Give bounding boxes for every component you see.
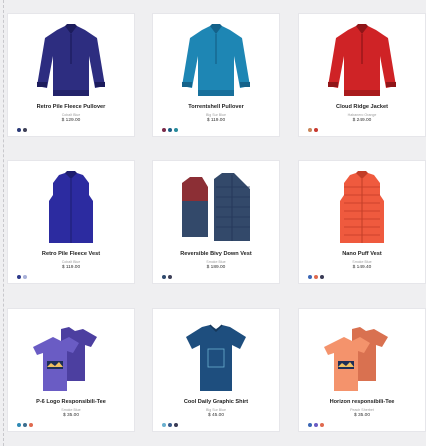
product-price: $ 149.40 bbox=[352, 265, 372, 270]
color-swatch[interactable] bbox=[23, 423, 27, 427]
product-color-name: Smoke Blue bbox=[206, 260, 226, 264]
product-image[interactable] bbox=[322, 20, 402, 102]
product-name[interactable]: Retro Pile Fleece Pullover bbox=[8, 104, 134, 110]
color-swatch-list bbox=[308, 423, 324, 428]
color-swatch[interactable] bbox=[314, 423, 318, 427]
product-color-name: Big Sur Blue bbox=[206, 408, 226, 412]
color-swatch[interactable] bbox=[17, 275, 21, 279]
product-price: $ 45.00 bbox=[207, 413, 224, 418]
color-swatch[interactable] bbox=[168, 275, 172, 279]
tshirt-navy-icon bbox=[186, 324, 246, 391]
product-name[interactable]: Horizon responsibili-Tee bbox=[299, 399, 425, 405]
color-swatch[interactable] bbox=[308, 423, 312, 427]
color-swatch[interactable] bbox=[168, 128, 172, 132]
color-swatch[interactable] bbox=[308, 275, 312, 279]
color-swatch[interactable] bbox=[23, 128, 27, 132]
product-image[interactable] bbox=[176, 167, 256, 249]
product-image[interactable] bbox=[31, 20, 111, 102]
product-card[interactable]: Cloud Ridge Jacket Habanero Orange $ 249.0… bbox=[299, 14, 425, 136]
color-swatch[interactable] bbox=[17, 423, 21, 427]
product-price: $ 119.00 bbox=[61, 265, 81, 270]
color-swatch[interactable] bbox=[174, 128, 178, 132]
color-swatch[interactable] bbox=[162, 423, 166, 427]
rain-pullover-icon bbox=[182, 24, 250, 96]
product-image[interactable] bbox=[176, 20, 256, 102]
color-swatch[interactable] bbox=[308, 128, 312, 132]
product-color-name: Peach Sherbet bbox=[350, 408, 374, 412]
color-swatch-list bbox=[17, 423, 33, 428]
color-swatch[interactable] bbox=[314, 128, 318, 132]
color-swatch[interactable] bbox=[29, 423, 33, 427]
color-swatch-list bbox=[17, 275, 27, 280]
product-image[interactable] bbox=[31, 315, 111, 397]
product-color-name: Cobalt Blue bbox=[61, 260, 81, 264]
product-image[interactable] bbox=[31, 167, 111, 249]
product-price: $ 189.00 bbox=[206, 265, 226, 270]
rain-jacket-icon bbox=[328, 24, 396, 96]
product-price: $ 35.00 bbox=[62, 413, 79, 418]
down-vest-icon bbox=[182, 173, 250, 241]
color-swatch-list bbox=[162, 128, 178, 133]
product-color-name: Big Sur Blue bbox=[206, 113, 226, 117]
fleece-vest-icon bbox=[49, 171, 93, 243]
color-swatch-list bbox=[308, 275, 324, 280]
color-swatch[interactable] bbox=[168, 423, 172, 427]
color-swatch[interactable] bbox=[320, 275, 324, 279]
product-card[interactable]: Reversible Bivy Down Vest Smoke Blue $ 189… bbox=[153, 161, 279, 283]
color-swatch-list bbox=[308, 128, 318, 133]
tshirt-purple-icon bbox=[33, 327, 97, 391]
product-card[interactable]: Torrentshell Pullover Big Sur Blue $ 119.0… bbox=[153, 14, 279, 136]
product-price: $ 119.00 bbox=[206, 118, 226, 123]
product-image[interactable] bbox=[176, 315, 256, 397]
product-name[interactable]: Cloud Ridge Jacket bbox=[299, 104, 425, 110]
product-card[interactable]: P-6 Logo Responsibili-Tee Smoke Blue $ 35.… bbox=[8, 309, 134, 431]
color-swatch[interactable] bbox=[320, 423, 324, 427]
color-swatch-list bbox=[162, 423, 178, 428]
product-grid: Retro Pile Fleece Pullover Cobalt Blue $ 1… bbox=[0, 0, 426, 446]
color-swatch-list bbox=[17, 128, 27, 133]
tshirt-peach-icon bbox=[324, 327, 388, 391]
color-swatch[interactable] bbox=[314, 275, 318, 279]
product-card[interactable]: Nano Puff Vest Smoke Blue $ 149.40 bbox=[299, 161, 425, 283]
product-card[interactable]: Retro Pile Fleece Pullover Cobalt Blue $ 1… bbox=[8, 14, 134, 136]
product-color-name: Cobalt Blue bbox=[61, 113, 81, 117]
color-swatch[interactable] bbox=[23, 275, 27, 279]
product-name[interactable]: Cool Daily Graphic Shirt bbox=[153, 399, 279, 405]
product-color-name: Smoke Blue bbox=[352, 260, 372, 264]
product-color-name: Habanero Orange bbox=[347, 113, 377, 117]
product-name[interactable]: Nano Puff Vest bbox=[299, 251, 425, 257]
color-swatch-list bbox=[162, 275, 172, 280]
product-card[interactable]: Cool Daily Graphic Shirt Big Sur Blue $ 45… bbox=[153, 309, 279, 431]
product-price: $ 35.00 bbox=[353, 413, 370, 418]
product-image[interactable] bbox=[322, 167, 402, 249]
product-image[interactable] bbox=[322, 315, 402, 397]
product-card[interactable]: Retro Pile Fleece Vest Cobalt Blue $ 119.0… bbox=[8, 161, 134, 283]
product-name[interactable]: Reversible Bivy Down Vest bbox=[153, 251, 279, 257]
product-price: $ 249.00 bbox=[352, 118, 372, 123]
puff-vest-icon bbox=[340, 171, 384, 243]
color-swatch[interactable] bbox=[162, 128, 166, 132]
product-price: $ 129.00 bbox=[61, 118, 81, 123]
product-card[interactable]: Horizon responsibili-Tee Peach Sherbet $ 3… bbox=[299, 309, 425, 431]
color-swatch[interactable] bbox=[17, 128, 21, 132]
product-name[interactable]: P-6 Logo Responsibili-Tee bbox=[8, 399, 134, 405]
product-name[interactable]: Retro Pile Fleece Vest bbox=[8, 251, 134, 257]
color-swatch[interactable] bbox=[162, 275, 166, 279]
fleece-pullover-icon bbox=[37, 24, 105, 96]
color-swatch[interactable] bbox=[174, 423, 178, 427]
product-color-name: Smoke Blue bbox=[61, 408, 81, 412]
product-name[interactable]: Torrentshell Pullover bbox=[153, 104, 279, 110]
